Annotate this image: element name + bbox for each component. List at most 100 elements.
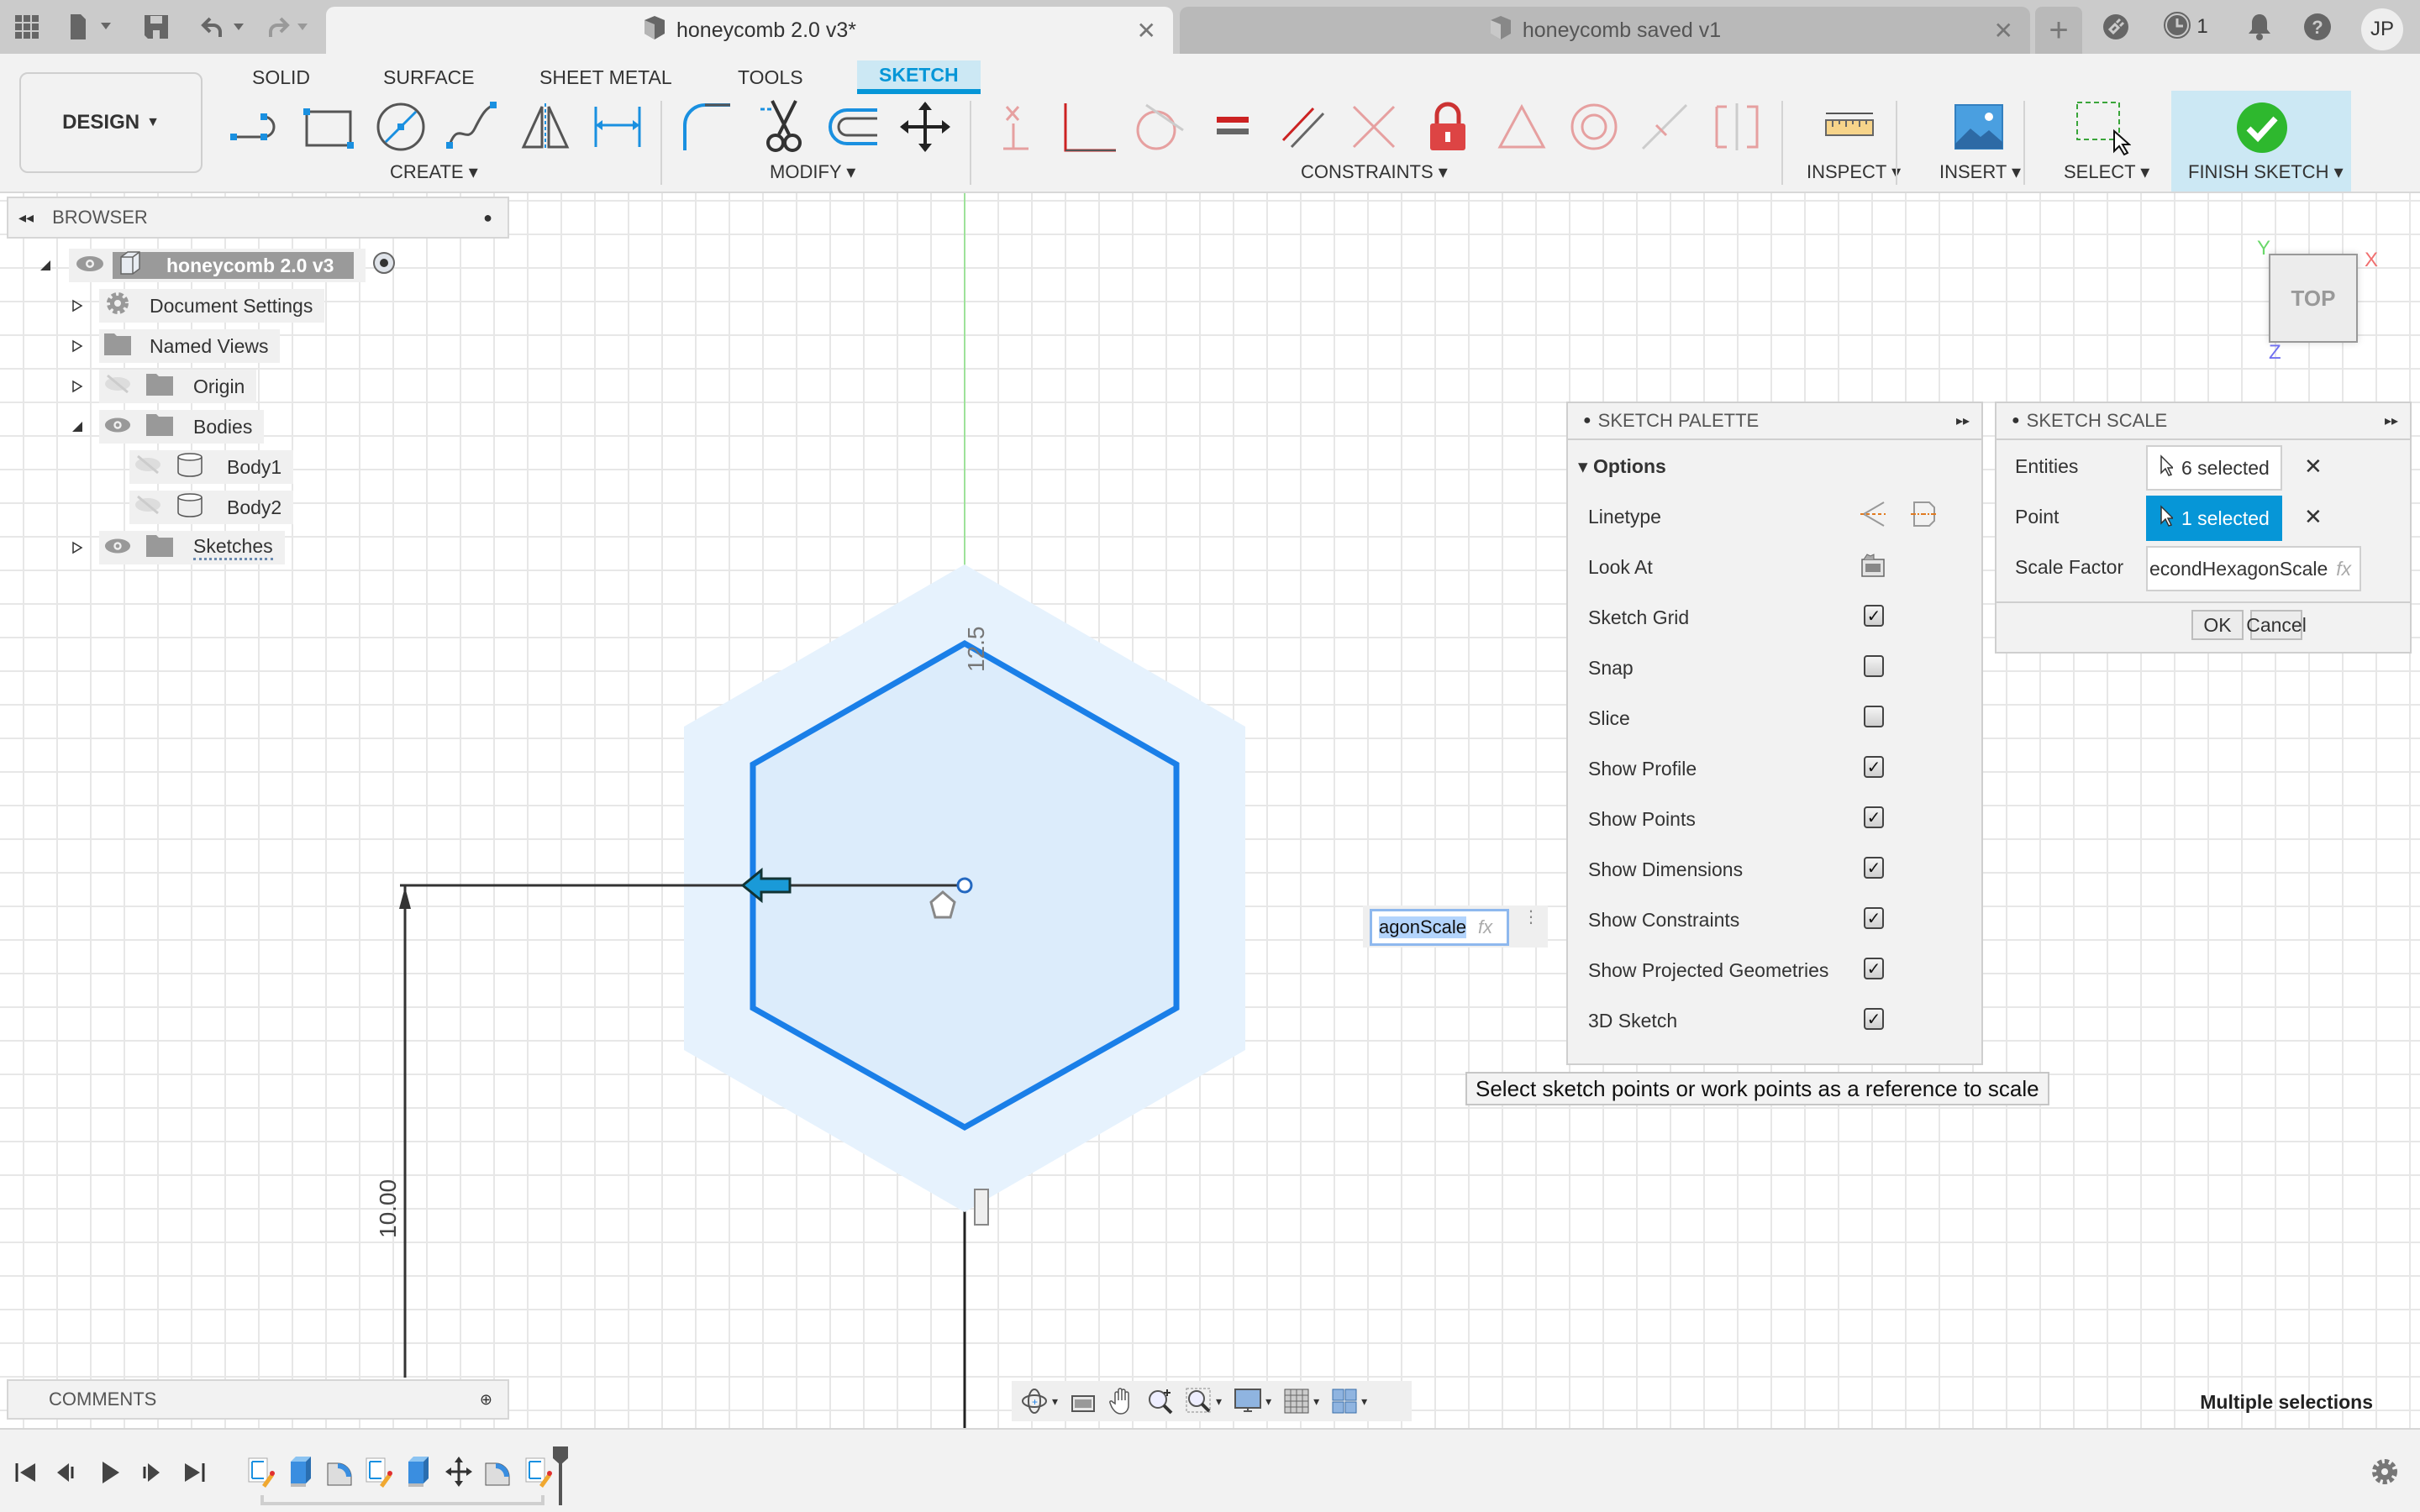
fix-lock-constraint-icon[interactable] — [1418, 97, 1477, 156]
redo-icon[interactable] — [262, 12, 316, 42]
curvature-constraint-icon[interactable] — [1707, 97, 1766, 156]
browser-item-body1[interactable]: Body1 — [129, 450, 294, 484]
collinear-constraint-icon[interactable] — [1344, 97, 1403, 156]
tab-surface[interactable]: SURFACE — [370, 60, 488, 94]
workspace-switcher[interactable]: DESIGN ▼ — [19, 72, 203, 173]
ok-button[interactable]: OK — [2191, 610, 2244, 640]
fillet-tool-icon[interactable] — [677, 97, 736, 156]
add-comment-icon[interactable]: ⊕ — [480, 1391, 492, 1409]
extensions-icon[interactable] — [2101, 12, 2131, 42]
symmetry-constraint-icon[interactable] — [1492, 97, 1551, 156]
eye-hidden-icon[interactable] — [104, 374, 131, 399]
user-avatar[interactable]: JP — [2361, 8, 2403, 50]
minimize-icon[interactable]: ● — [2012, 413, 2020, 428]
scale-factor-inline-input[interactable]: agonScale fx — [1370, 909, 1509, 946]
eye-hidden-icon[interactable] — [134, 454, 161, 480]
rectangle-tool-icon[interactable] — [299, 97, 358, 156]
look-at-icon[interactable] — [1070, 1388, 1097, 1415]
file-menu-icon[interactable] — [66, 12, 116, 42]
centerline-linetype-icon[interactable] — [1909, 499, 1939, 533]
select-window-icon[interactable] — [2072, 97, 2131, 156]
coincident-constraint-icon[interactable] — [988, 97, 1047, 156]
browser-root-item[interactable]: honeycomb 2.0 v3 — [40, 249, 396, 282]
entities-selection[interactable]: 6 selected — [2146, 445, 2282, 491]
show-profile-checkbox[interactable]: ✓ — [1864, 756, 1884, 778]
show-dimensions-checkbox[interactable]: ✓ — [1864, 857, 1884, 879]
eye-icon[interactable] — [104, 537, 131, 559]
timeline-sketch-icon[interactable] — [363, 1455, 393, 1488]
tab-solid[interactable]: SOLID — [239, 60, 324, 94]
pan-hand-icon[interactable] — [1108, 1387, 1135, 1415]
more-options-icon[interactable]: ⋮ — [1523, 909, 1539, 926]
go-to-start-icon[interactable] — [13, 1460, 39, 1485]
3d-sketch-checkbox[interactable]: ✓ — [1864, 1008, 1884, 1030]
line-tool-icon[interactable] — [225, 97, 284, 156]
viewcube[interactable]: TOP — [2269, 254, 2358, 343]
clear-entities-icon[interactable]: ✕ — [2304, 454, 2323, 480]
display-settings-icon[interactable]: ▾ — [1234, 1388, 1271, 1415]
collapse-panel-icon[interactable]: ◂◂ — [18, 209, 34, 227]
close-tab-icon[interactable]: ✕ — [1137, 17, 1156, 45]
timeline-sketch-icon[interactable] — [245, 1455, 276, 1488]
browser-item-document-settings[interactable]: Document Settings — [72, 289, 325, 323]
inspect-group-label[interactable]: INSPECT ▾ — [1807, 161, 1901, 183]
timeline-move-icon[interactable] — [444, 1455, 474, 1488]
browser-item-body2[interactable]: Body2 — [129, 491, 294, 524]
tangent-constraint-icon[interactable] — [1129, 97, 1188, 156]
browser-item-origin[interactable]: Origin — [72, 370, 257, 403]
construction-linetype-icon[interactable] — [1859, 499, 1889, 533]
grid-settings-icon[interactable]: ▾ — [1283, 1388, 1319, 1415]
create-group-label[interactable]: CREATE ▾ — [390, 161, 478, 183]
new-tab-button[interactable]: + — [2035, 7, 2082, 54]
measure-icon[interactable] — [1820, 97, 1879, 156]
notifications-bell-icon[interactable] — [2245, 12, 2274, 42]
minimize-icon[interactable]: ● — [1583, 413, 1591, 428]
app-grid-icon[interactable] — [12, 12, 42, 42]
tab-honeycomb-saved-v1[interactable]: honeycomb saved v1 ✕ — [1180, 7, 2030, 54]
expand-panel-icon[interactable]: ▸▸ — [1956, 412, 1970, 429]
fx-icon[interactable]: fx — [2336, 558, 2351, 580]
circle-tool-icon[interactable] — [371, 97, 430, 156]
insert-group-label[interactable]: INSERT ▾ — [1939, 161, 2021, 183]
dimension-12-5[interactable]: 12.5 — [963, 627, 990, 673]
step-back-icon[interactable] — [54, 1460, 79, 1485]
cancel-button[interactable]: Cancel — [2246, 610, 2307, 640]
constraints-group-label[interactable]: CONSTRAINTS ▾ — [1301, 161, 1448, 183]
midpoint-constraint-icon[interactable] — [1635, 97, 1694, 156]
undo-icon[interactable] — [198, 12, 252, 42]
timeline-sketch-icon[interactable] — [523, 1455, 553, 1488]
viewcube-face-top[interactable]: TOP — [2291, 286, 2336, 312]
tab-sketch[interactable]: SKETCH — [857, 60, 981, 94]
eye-hidden-icon[interactable] — [134, 495, 161, 520]
browser-item-bodies[interactable]: Bodies — [72, 410, 265, 444]
look-at-icon[interactable] — [1860, 553, 1886, 582]
options-section-toggle[interactable]: ▾ Options — [1578, 455, 1666, 478]
show-projected-geometries-checkbox[interactable]: ✓ — [1864, 958, 1884, 979]
slice-checkbox[interactable] — [1864, 706, 1884, 727]
browser-item-sketches[interactable]: Sketches — [72, 531, 285, 564]
pin-panel-icon[interactable]: ● — [483, 209, 492, 227]
step-forward-icon[interactable] — [138, 1460, 163, 1485]
save-icon[interactable] — [141, 12, 171, 42]
activate-radio-icon[interactable] — [372, 251, 396, 280]
scale-factor-input[interactable]: econdHexagonScale fx — [2146, 546, 2361, 591]
help-icon[interactable]: ? — [2302, 12, 2333, 42]
timeline-fillet-icon[interactable] — [482, 1455, 513, 1488]
clear-point-icon[interactable]: ✕ — [2304, 504, 2323, 530]
point-selection[interactable]: 1 selected — [2146, 496, 2282, 541]
snap-checkbox[interactable] — [1864, 655, 1884, 677]
tab-sheet-metal[interactable]: SHEET METAL — [526, 60, 686, 94]
go-to-end-icon[interactable] — [182, 1460, 207, 1485]
close-tab-icon[interactable]: ✕ — [1994, 17, 2013, 45]
eye-icon[interactable] — [104, 416, 131, 438]
insert-image-icon[interactable] — [1949, 97, 2008, 156]
mirror-tool-icon[interactable] — [516, 97, 575, 156]
zoom-icon[interactable] — [1147, 1388, 1174, 1415]
viewports-icon[interactable]: ▾ — [1331, 1388, 1367, 1415]
fit-window-icon[interactable]: ▾ — [1186, 1388, 1222, 1415]
finish-sketch-button[interactable]: FINISH SKETCH ▾ — [2171, 91, 2351, 192]
perpendicular-constraint-icon[interactable] — [1059, 97, 1118, 156]
timeline-settings-gear-icon[interactable] — [2370, 1457, 2400, 1487]
dimension-tool-icon[interactable] — [588, 97, 647, 156]
job-status[interactable]: 1 — [2156, 11, 2215, 42]
